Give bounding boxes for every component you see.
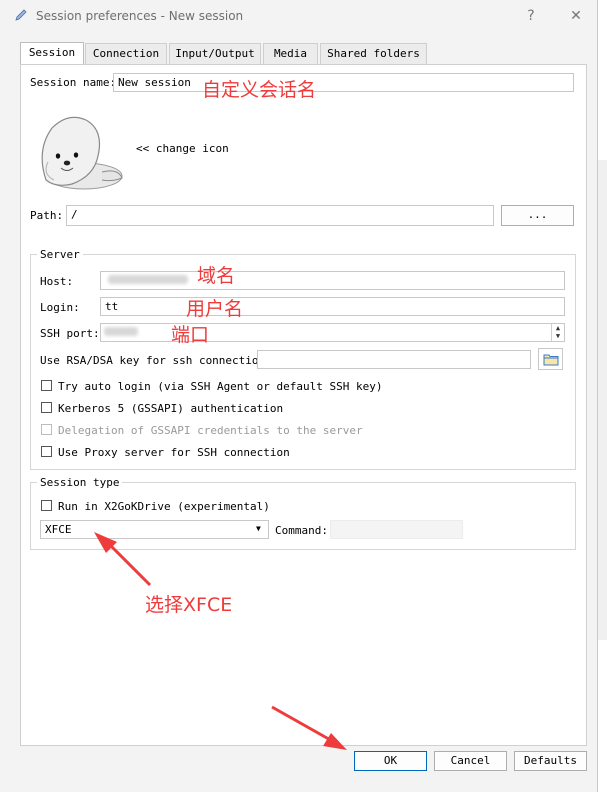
annotation-arrows [94,532,347,750]
session-preferences-dialog: Session preferences - New session ? ✕ Se… [0,0,598,792]
arrow-to-ok [271,705,347,750]
background-window [597,160,607,640]
arrow-to-xfce [94,532,152,587]
